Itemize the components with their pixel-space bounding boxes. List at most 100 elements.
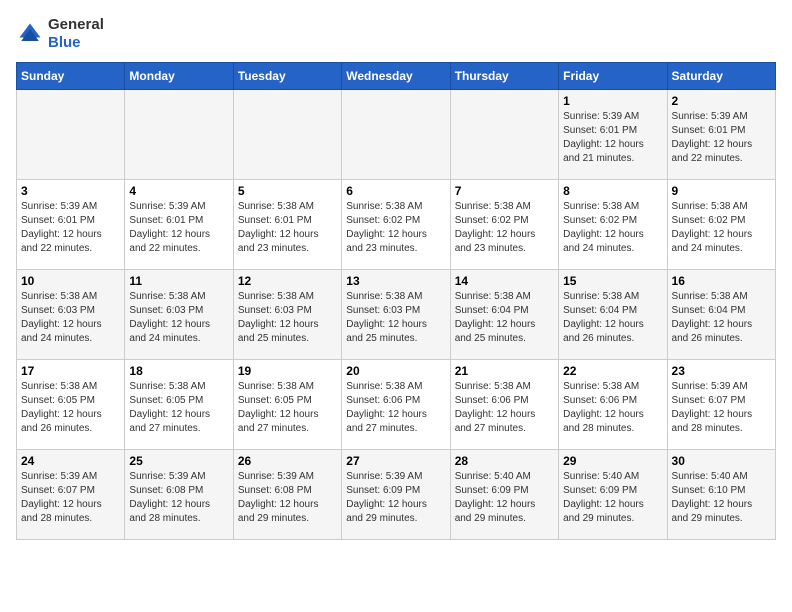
- day-number: 6: [346, 184, 445, 198]
- day-number: 16: [672, 274, 771, 288]
- day-info: Sunrise: 5:39 AM Sunset: 6:08 PM Dayligh…: [129, 470, 228, 526]
- calendar-cell: [450, 90, 558, 180]
- day-number: 24: [21, 454, 120, 468]
- calendar-cell: 9Sunrise: 5:38 AM Sunset: 6:02 PM Daylig…: [667, 180, 775, 270]
- day-number: 15: [563, 274, 662, 288]
- day-number: 7: [455, 184, 554, 198]
- week-row-4: 24 Sunrise: 5:39 AM Sunset: 6:07 PM Dayli…: [17, 450, 776, 540]
- day-info: Sunrise: 5:39 AM Sunset: 6:01 PM Dayligh…: [21, 200, 120, 256]
- day-number: 18: [129, 364, 228, 378]
- day-info: Sunrise: 5:38 AM Sunset: 6:03 PM Dayligh…: [129, 290, 228, 346]
- day-info: Sunrise: 5:39 AM Sunset: 6:07 PM Dayligh…: [672, 380, 771, 436]
- calendar-cell: 1Sunrise: 5:39 AM Sunset: 6:01 PM Daylig…: [559, 90, 667, 180]
- day-info: Sunrise: 5:38 AM Sunset: 6:05 PM Dayligh…: [238, 380, 337, 436]
- day-info: Sunrise: 5:38 AM Sunset: 6:06 PM Dayligh…: [455, 380, 554, 436]
- weekday-row: SundayMondayTuesdayWednesdayThursdayFrid…: [17, 63, 776, 90]
- calendar-cell: [233, 90, 341, 180]
- logo-general: General: [48, 16, 104, 34]
- logo-icon: [16, 20, 44, 48]
- day-info: Sunrise: 5:38 AM Sunset: 6:06 PM Dayligh…: [563, 380, 662, 436]
- day-number: 1: [563, 94, 662, 108]
- day-number: 22: [563, 364, 662, 378]
- calendar-table: SundayMondayTuesdayWednesdayThursdayFrid…: [16, 62, 776, 540]
- calendar-cell: 12 Sunrise: 5:38 AM Sunset: 6:03 PM Dayli…: [233, 270, 341, 360]
- day-info: Sunrise: 5:38 AM Sunset: 6:03 PM Dayligh…: [346, 290, 445, 346]
- calendar-cell: 2Sunrise: 5:39 AM Sunset: 6:01 PM Daylig…: [667, 90, 775, 180]
- weekday-tuesday: Tuesday: [233, 63, 341, 90]
- day-info: Sunrise: 5:38 AM Sunset: 6:03 PM Dayligh…: [21, 290, 120, 346]
- calendar-cell: 22 Sunrise: 5:38 AM Sunset: 6:06 PM Dayli…: [559, 360, 667, 450]
- calendar-cell: 28 Sunrise: 5:40 AM Sunset: 6:09 PM Dayli…: [450, 450, 558, 540]
- week-row-0: 1 Sunrise: 5:39 AM Sunset: 6:01 PM Daylig…: [17, 90, 776, 180]
- day-info: Sunrise: 5:38 AM Sunset: 6:04 PM Dayligh…: [672, 290, 771, 346]
- weekday-wednesday: Wednesday: [342, 63, 450, 90]
- page-header: General Blue: [16, 16, 776, 52]
- day-info: Sunrise: 5:38 AM Sunset: 6:01 PM Dayligh…: [238, 200, 337, 256]
- weekday-saturday: Saturday: [667, 63, 775, 90]
- calendar-cell: 5 Sunrise: 5:38 AM Sunset: 6:01 PM Daylig…: [233, 180, 341, 270]
- day-number: 27: [346, 454, 445, 468]
- calendar-cell: 7 Sunrise: 5:38 AM Sunset: 6:02 PM Daylig…: [450, 180, 558, 270]
- calendar-cell: 6 Sunrise: 5:38 AM Sunset: 6:02 PM Daylig…: [342, 180, 450, 270]
- day-info: Sunrise: 5:38 AM Sunset: 6:04 PM Dayligh…: [563, 290, 662, 346]
- day-number: 12: [238, 274, 337, 288]
- day-info: Sunrise: 5:38 AM Sunset: 6:04 PM Dayligh…: [455, 290, 554, 346]
- calendar-cell: 24 Sunrise: 5:39 AM Sunset: 6:07 PM Dayli…: [17, 450, 125, 540]
- week-row-3: 17Sunrise: 5:38 AM Sunset: 6:05 PM Dayli…: [17, 360, 776, 450]
- weekday-thursday: Thursday: [450, 63, 558, 90]
- calendar-cell: 16 Sunrise: 5:38 AM Sunset: 6:04 PM Dayli…: [667, 270, 775, 360]
- day-number: 20: [346, 364, 445, 378]
- day-info: Sunrise: 5:39 AM Sunset: 6:01 PM Dayligh…: [672, 110, 771, 166]
- calendar-cell: 15 Sunrise: 5:38 AM Sunset: 6:04 PM Dayli…: [559, 270, 667, 360]
- logo-text: General Blue: [48, 16, 104, 52]
- calendar-cell: 11 Sunrise: 5:38 AM Sunset: 6:03 PM Dayli…: [125, 270, 233, 360]
- day-number: 23: [672, 364, 771, 378]
- calendar-body: 1 Sunrise: 5:39 AM Sunset: 6:01 PM Daylig…: [17, 90, 776, 540]
- calendar-cell: 10 Sunrise: 5:38 AM Sunset: 6:03 PM Dayli…: [17, 270, 125, 360]
- calendar-cell: 30Sunrise: 5:40 AM Sunset: 6:10 PM Dayli…: [667, 450, 775, 540]
- day-info: Sunrise: 5:39 AM Sunset: 6:09 PM Dayligh…: [346, 470, 445, 526]
- calendar-cell: 20Sunrise: 5:38 AM Sunset: 6:06 PM Dayli…: [342, 360, 450, 450]
- day-info: Sunrise: 5:39 AM Sunset: 6:08 PM Dayligh…: [238, 470, 337, 526]
- calendar-cell: 8Sunrise: 5:38 AM Sunset: 6:02 PM Daylig…: [559, 180, 667, 270]
- day-info: Sunrise: 5:38 AM Sunset: 6:02 PM Dayligh…: [455, 200, 554, 256]
- calendar-cell: 29 Sunrise: 5:40 AM Sunset: 6:09 PM Dayli…: [559, 450, 667, 540]
- calendar-cell: 23 Sunrise: 5:39 AM Sunset: 6:07 PM Dayli…: [667, 360, 775, 450]
- day-number: 29: [563, 454, 662, 468]
- calendar-cell: 27 Sunrise: 5:39 AM Sunset: 6:09 PM Dayli…: [342, 450, 450, 540]
- calendar-cell: 3 Sunrise: 5:39 AM Sunset: 6:01 PM Daylig…: [17, 180, 125, 270]
- day-number: 25: [129, 454, 228, 468]
- day-info: Sunrise: 5:39 AM Sunset: 6:01 PM Dayligh…: [129, 200, 228, 256]
- logo: General Blue: [16, 16, 104, 52]
- day-number: 11: [129, 274, 228, 288]
- day-info: Sunrise: 5:40 AM Sunset: 6:09 PM Dayligh…: [563, 470, 662, 526]
- week-row-2: 10 Sunrise: 5:38 AM Sunset: 6:03 PM Dayli…: [17, 270, 776, 360]
- day-info: Sunrise: 5:38 AM Sunset: 6:02 PM Dayligh…: [563, 200, 662, 256]
- day-number: 10: [21, 274, 120, 288]
- week-row-1: 3 Sunrise: 5:39 AM Sunset: 6:01 PM Daylig…: [17, 180, 776, 270]
- day-info: Sunrise: 5:40 AM Sunset: 6:09 PM Dayligh…: [455, 470, 554, 526]
- day-info: Sunrise: 5:39 AM Sunset: 6:07 PM Dayligh…: [21, 470, 120, 526]
- calendar-cell: 13 Sunrise: 5:38 AM Sunset: 6:03 PM Dayli…: [342, 270, 450, 360]
- weekday-sunday: Sunday: [17, 63, 125, 90]
- weekday-friday: Friday: [559, 63, 667, 90]
- calendar-cell: [342, 90, 450, 180]
- calendar-cell: 14 Sunrise: 5:38 AM Sunset: 6:04 PM Dayli…: [450, 270, 558, 360]
- calendar-cell: 19 Sunrise: 5:38 AM Sunset: 6:05 PM Dayli…: [233, 360, 341, 450]
- day-number: 13: [346, 274, 445, 288]
- calendar-cell: 21Sunrise: 5:38 AM Sunset: 6:06 PM Dayli…: [450, 360, 558, 450]
- calendar-cell: 18Sunrise: 5:38 AM Sunset: 6:05 PM Dayli…: [125, 360, 233, 450]
- day-number: 19: [238, 364, 337, 378]
- day-number: 14: [455, 274, 554, 288]
- day-info: Sunrise: 5:40 AM Sunset: 6:10 PM Dayligh…: [672, 470, 771, 526]
- calendar-header: SundayMondayTuesdayWednesdayThursdayFrid…: [17, 63, 776, 90]
- day-info: Sunrise: 5:38 AM Sunset: 6:02 PM Dayligh…: [346, 200, 445, 256]
- day-number: 3: [21, 184, 120, 198]
- weekday-monday: Monday: [125, 63, 233, 90]
- day-info: Sunrise: 5:38 AM Sunset: 6:05 PM Dayligh…: [21, 380, 120, 436]
- calendar-cell: 25 Sunrise: 5:39 AM Sunset: 6:08 PM Dayli…: [125, 450, 233, 540]
- day-info: Sunrise: 5:38 AM Sunset: 6:03 PM Dayligh…: [238, 290, 337, 346]
- day-number: 28: [455, 454, 554, 468]
- calendar-cell: [17, 90, 125, 180]
- day-number: 5: [238, 184, 337, 198]
